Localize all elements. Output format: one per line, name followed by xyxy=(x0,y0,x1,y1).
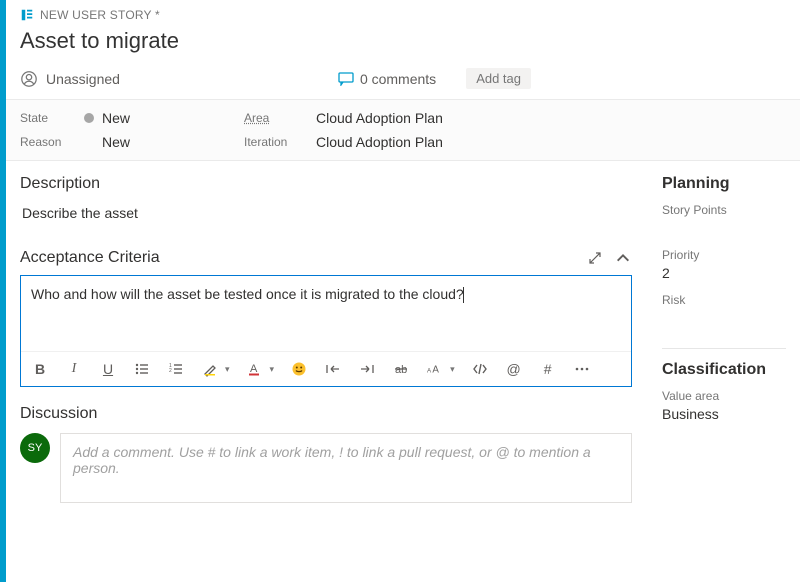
emoji-button[interactable] xyxy=(290,360,308,378)
add-tag-button[interactable]: Add tag xyxy=(466,68,531,89)
person-icon xyxy=(20,70,38,88)
fullscreen-icon[interactable] xyxy=(586,249,604,267)
hashtag-button[interactable]: # xyxy=(539,360,557,378)
risk-field[interactable] xyxy=(662,310,786,326)
comments-count[interactable]: 0 comments xyxy=(338,71,436,87)
comments-text: 0 comments xyxy=(360,71,436,87)
editor-toolbar: B I U 12 ▾ A ▾ xyxy=(21,351,631,386)
priority-field[interactable]: 2 xyxy=(662,265,786,281)
assignee-label: Unassigned xyxy=(46,71,120,87)
comment-input[interactable]: Add a comment. Use # to link a work item… xyxy=(60,433,632,503)
acceptance-criteria-text[interactable]: Who and how will the asset be tested onc… xyxy=(21,276,631,351)
mention-button[interactable]: @ xyxy=(505,360,523,378)
assignee-field[interactable]: Unassigned xyxy=(20,70,120,88)
outdent-button[interactable] xyxy=(324,360,342,378)
clear-format-button[interactable]: ab xyxy=(392,360,410,378)
italic-button[interactable]: I xyxy=(65,360,83,378)
state-dot-icon xyxy=(84,113,94,123)
numbered-list-button[interactable]: 12 xyxy=(167,360,185,378)
work-item-title[interactable]: Asset to migrate xyxy=(6,24,800,64)
acceptance-criteria-editor[interactable]: Who and how will the asset be tested onc… xyxy=(20,275,632,387)
header: NEW USER STORY * xyxy=(6,0,800,24)
reason-value: New xyxy=(102,134,130,150)
state-value: New xyxy=(102,110,130,126)
work-item-type: NEW USER STORY * xyxy=(40,8,160,22)
planning-title: Planning xyxy=(662,175,786,193)
font-size-button[interactable]: AA xyxy=(426,360,444,378)
value-area-field[interactable]: Business xyxy=(662,406,786,422)
iteration-value[interactable]: Cloud Adoption Plan xyxy=(316,134,443,150)
iteration-label: Iteration xyxy=(244,135,316,149)
font-color-button[interactable]: A xyxy=(246,360,264,378)
user-avatar: SY xyxy=(20,433,50,463)
fields-bar: State New Area Cloud Adoption Plan Reaso… xyxy=(6,99,800,161)
priority-label: Priority xyxy=(662,248,786,262)
chevron-down-icon[interactable]: ▾ xyxy=(225,364,230,375)
comment-icon xyxy=(338,72,354,86)
svg-text:A: A xyxy=(250,363,258,375)
more-button[interactable] xyxy=(573,360,591,378)
bold-button[interactable]: B xyxy=(31,360,49,378)
left-column: Description Describe the asset Acceptanc… xyxy=(6,161,662,582)
code-button[interactable] xyxy=(471,360,489,378)
classification-title: Classification xyxy=(662,361,786,379)
chevron-down-icon[interactable]: ▾ xyxy=(450,364,455,375)
reason-label: Reason xyxy=(20,135,84,149)
description-title: Description xyxy=(20,175,632,193)
reason-field[interactable]: New xyxy=(84,134,244,150)
svg-text:ab: ab xyxy=(395,364,407,376)
value-area-label: Value area xyxy=(662,389,786,403)
svg-text:A: A xyxy=(432,365,439,376)
chevron-down-icon[interactable]: ▾ xyxy=(270,364,275,375)
description-field[interactable]: Describe the asset xyxy=(20,203,632,249)
discussion-title: Discussion xyxy=(20,405,632,423)
highlight-button[interactable] xyxy=(201,360,219,378)
collapse-icon[interactable] xyxy=(614,249,632,267)
svg-text:2: 2 xyxy=(169,368,172,374)
story-points-label: Story Points xyxy=(662,203,786,217)
main-container: NEW USER STORY * Asset to migrate Unassi… xyxy=(6,0,800,582)
text-cursor xyxy=(463,287,464,303)
area-value[interactable]: Cloud Adoption Plan xyxy=(316,110,443,126)
divider xyxy=(662,348,786,349)
svg-text:A: A xyxy=(427,368,432,375)
underline-button[interactable]: U xyxy=(99,360,117,378)
risk-label: Risk xyxy=(662,293,786,307)
bullet-list-button[interactable] xyxy=(133,360,151,378)
state-label: State xyxy=(20,111,84,125)
right-column: Planning Story Points Priority 2 Risk Cl… xyxy=(662,161,800,582)
area-label: Area xyxy=(244,111,316,125)
user-story-icon xyxy=(20,8,34,22)
indent-button[interactable] xyxy=(358,360,376,378)
meta-row: Unassigned 0 comments Add tag xyxy=(6,64,800,99)
acceptance-criteria-title: Acceptance Criteria xyxy=(20,249,160,267)
state-field[interactable]: New xyxy=(84,110,244,126)
story-points-field[interactable] xyxy=(662,220,786,236)
